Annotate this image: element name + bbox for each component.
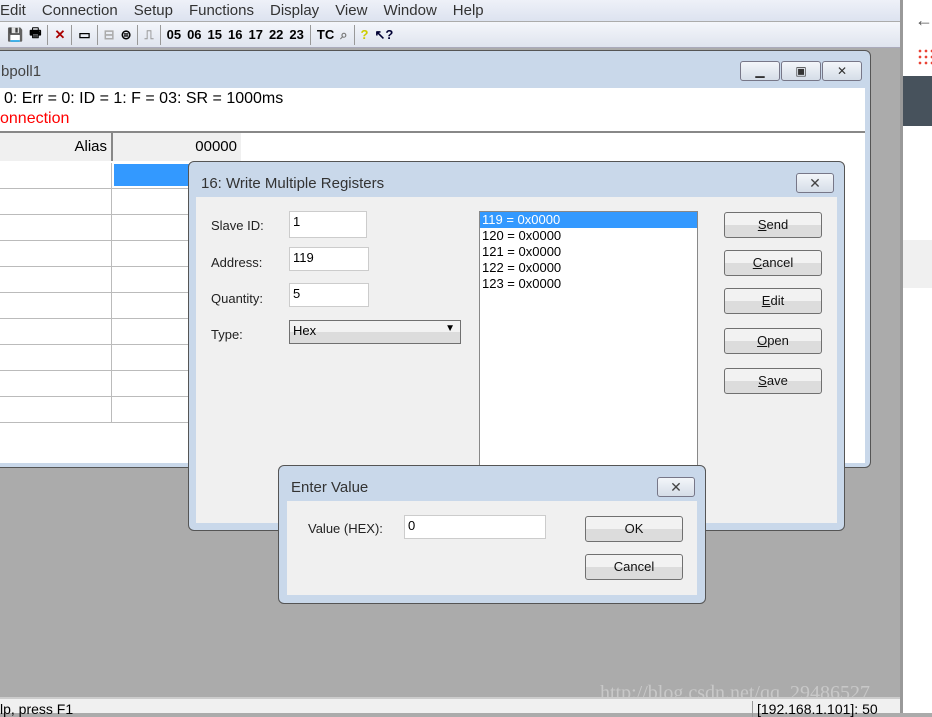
print-icon[interactable]: 🖶	[29, 24, 41, 46]
fc-22-button[interactable]: 22	[269, 27, 283, 42]
close-button[interactable]: ✕	[657, 477, 695, 497]
fc-23-button[interactable]: 23	[289, 27, 303, 42]
printer-icon[interactable]: ⊜	[121, 27, 132, 43]
menu-setup[interactable]: Setup	[134, 2, 173, 19]
value-input[interactable]: 0	[404, 515, 546, 539]
cancel-button[interactable]: Cancel	[585, 554, 683, 580]
close-button[interactable]: ✕	[796, 173, 834, 193]
register-item[interactable]: 122 = 0x0000	[480, 260, 697, 276]
type-value: Hex	[293, 323, 317, 338]
type-label: Type:	[211, 327, 243, 342]
window-title: bpoll1	[1, 63, 42, 80]
register-item[interactable]: 121 = 0x0000	[480, 244, 697, 260]
alias-cell[interactable]	[0, 267, 112, 292]
column-header: 00000	[113, 133, 241, 161]
open-button[interactable]: Open	[724, 328, 822, 354]
pulse-icon[interactable]: ⎍	[144, 27, 153, 43]
menu-functions[interactable]: Functions	[189, 2, 254, 19]
dialog-title: 16: Write Multiple Registers	[201, 175, 385, 192]
alias-cell[interactable]	[0, 293, 112, 318]
alias-cell[interactable]	[0, 241, 112, 266]
dialog-title: Enter Value	[291, 479, 369, 496]
panel	[903, 240, 932, 288]
disconnect-icon[interactable]: ✕	[54, 27, 65, 43]
separator	[309, 24, 311, 45]
status-bar: lp, press F1 [192.168.1.101]: 50	[0, 697, 900, 717]
value-label: Value (HEX):	[308, 521, 383, 536]
tc-button[interactable]: TC	[317, 27, 334, 42]
ok-button[interactable]: OK	[585, 516, 683, 542]
menu-window[interactable]: Window	[383, 2, 436, 19]
apps-icon[interactable]	[917, 48, 932, 66]
minimize-button[interactable]: ▁	[740, 61, 780, 81]
menu-edit[interactable]: Edit	[0, 2, 26, 19]
window-icon[interactable]: ▭	[78, 27, 90, 43]
menu-help[interactable]: Help	[453, 2, 484, 19]
chevron-down-icon: ▼	[445, 323, 455, 334]
context-help-icon[interactable]: ↖?	[374, 27, 393, 43]
address-label: Address:	[211, 255, 263, 270]
alias-cell[interactable]	[0, 319, 112, 344]
cancel-button[interactable]: Cancel	[724, 250, 822, 276]
alias-cell[interactable]	[0, 371, 112, 396]
status-connection: [192.168.1.101]: 50	[752, 701, 878, 717]
edit-button[interactable]: Edit	[724, 288, 822, 314]
connect-icon[interactable]: ⊟	[104, 27, 115, 43]
save-icon[interactable]: 💾	[7, 27, 23, 43]
alias-cell[interactable]	[0, 345, 112, 370]
menu-bar: Edit Connection Setup Functions Display …	[0, 0, 900, 21]
address-input[interactable]: 119	[289, 247, 369, 271]
status-help-text: lp, press F1	[0, 701, 74, 717]
browser-side-pane: ←	[900, 0, 932, 713]
type-select[interactable]: Hex ▼	[289, 320, 461, 344]
separator	[137, 24, 139, 45]
alias-cell[interactable]	[0, 189, 112, 214]
connection-status: onnection	[0, 110, 70, 127]
separator	[96, 24, 98, 45]
alias-header: Alias	[0, 133, 113, 161]
dialog-body: Value (HEX): 0 OK Cancel	[287, 501, 697, 595]
separator	[71, 24, 73, 45]
quantity-label: Quantity:	[211, 291, 264, 306]
separator	[353, 24, 355, 45]
monitor-icon[interactable]: ⌕	[340, 27, 347, 43]
menu-connection[interactable]: Connection	[42, 2, 118, 19]
toolbar: 💾 🖶 ✕ ▭ ⊟ ⊜ ⎍ 05 06 15 16 17 22 23 TC ⌕ …	[0, 22, 900, 48]
slave-id-label: Slave ID:	[211, 218, 264, 233]
separator	[47, 24, 49, 45]
fc-16-button[interactable]: 16	[228, 27, 242, 42]
register-item[interactable]: 120 = 0x0000	[480, 228, 697, 244]
enter-value-dialog: Enter Value ✕ Value (HEX): 0 OK Cancel	[278, 465, 706, 604]
send-button[interactable]: Send	[724, 212, 822, 238]
maximize-button[interactable]: ▣	[781, 61, 821, 81]
fc-15-button[interactable]: 15	[208, 27, 222, 42]
register-list[interactable]: 119 = 0x0000 120 = 0x0000 121 = 0x0000 122 …	[479, 211, 698, 471]
fc-05-button[interactable]: 05	[167, 27, 181, 42]
menu-view[interactable]: View	[335, 2, 367, 19]
close-button[interactable]: ✕	[822, 61, 862, 81]
quantity-input[interactable]: 5	[289, 283, 369, 307]
help-icon[interactable]: ?	[361, 27, 369, 42]
register-item[interactable]: 123 = 0x0000	[480, 276, 697, 292]
fc-17-button[interactable]: 17	[248, 27, 262, 42]
save-button[interactable]: Save	[724, 368, 822, 394]
header-band	[903, 76, 932, 126]
fc-06-button[interactable]: 06	[187, 27, 201, 42]
back-arrow-icon[interactable]: ←	[915, 10, 932, 31]
menu-display[interactable]: Display	[270, 2, 319, 19]
slave-id-input[interactable]: 1	[289, 211, 367, 238]
alias-cell[interactable]	[0, 163, 112, 188]
alias-cell[interactable]	[0, 397, 112, 422]
separator	[159, 24, 161, 45]
alias-cell[interactable]	[0, 215, 112, 240]
register-item[interactable]: 119 = 0x0000	[480, 212, 697, 228]
poll-info: 0: Err = 0: ID = 1: F = 03: SR = 1000ms	[4, 90, 284, 107]
